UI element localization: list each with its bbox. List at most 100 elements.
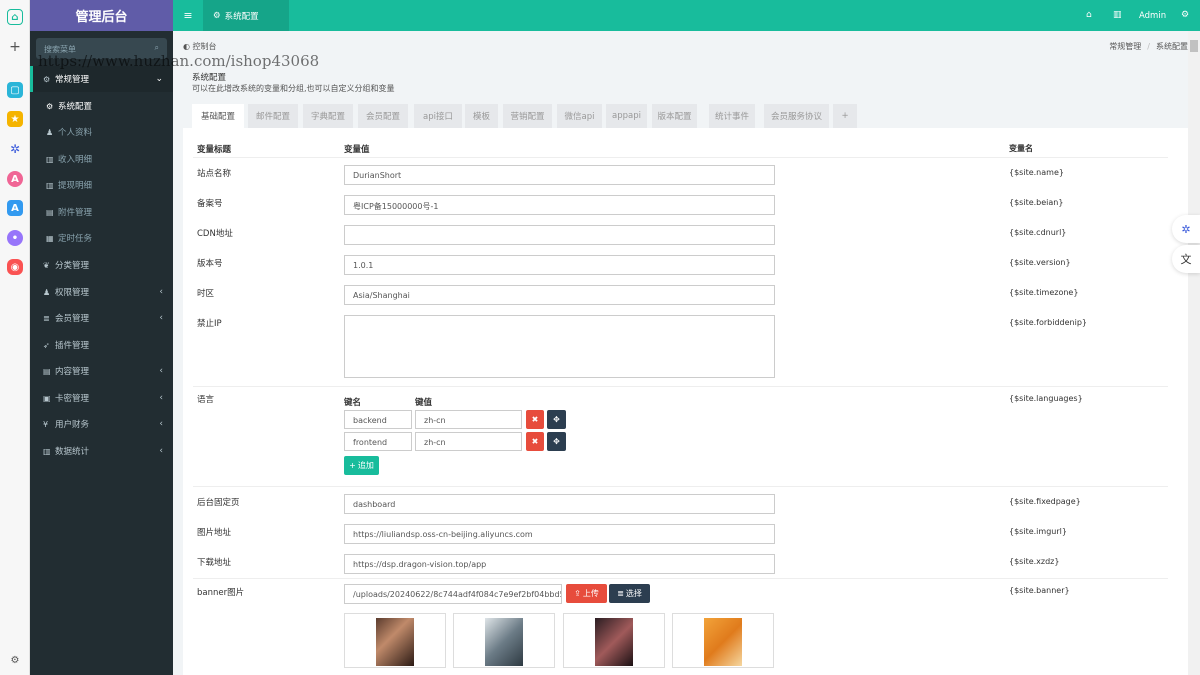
- tab-item[interactable]: 统计事件: [709, 104, 755, 128]
- star-app-icon[interactable]: ★: [7, 111, 23, 127]
- banner-thumbnail[interactable]: [672, 613, 774, 668]
- lang-value-input[interactable]: zh-cn: [415, 410, 522, 429]
- home-icon[interactable]: ⌂: [7, 9, 23, 25]
- upload-button[interactable]: ⇪ 上传: [566, 584, 607, 603]
- field-input[interactable]: https://dsp.dragon-vision.top/app: [344, 554, 775, 574]
- sidebar-item[interactable]: ♟ 权限管理 ‹: [30, 279, 173, 305]
- banner-path-input[interactable]: /uploads/20240622/8c744adf4f084c7e9ef2bf…: [344, 584, 562, 604]
- trash-icon[interactable]: ▥: [1113, 10, 1122, 20]
- watermark-text: https://www.huzhan.com/ishop43068: [38, 52, 320, 70]
- field-input[interactable]: DurianShort: [344, 165, 775, 185]
- sidebar-item[interactable]: ▤ 内容管理 ‹: [30, 358, 173, 384]
- field-textarea[interactable]: [344, 315, 775, 378]
- ai-square-icon[interactable]: A: [7, 200, 23, 216]
- scrollbar-thumb[interactable]: [1190, 40, 1198, 52]
- sidebar-item-label: 用户财务: [55, 420, 90, 430]
- network-app-icon[interactable]: ✲: [7, 141, 23, 157]
- field-input[interactable]: dashboard: [344, 494, 775, 514]
- sidebar-item[interactable]: ▥ 提现明细: [30, 172, 173, 198]
- breadcrumb-home[interactable]: ◐ 控制台: [183, 41, 217, 52]
- sidebar-item-label: 权限管理: [55, 288, 90, 298]
- game-app-icon[interactable]: ◉: [7, 259, 23, 275]
- field-input[interactable]: Asia/Shanghai: [344, 285, 775, 305]
- cogs-icon: ⚙: [43, 74, 51, 84]
- sidebar-item[interactable]: ¥ 用户财务 ‹: [30, 411, 173, 437]
- plus-icon[interactable]: +: [7, 39, 23, 55]
- main-content: ◐ 控制台 常规管理 / 系统配置 系统配置 可以在此增改系统的变量和分组,也可以自…: [173, 31, 1188, 675]
- sidebar-item[interactable]: ▥ 收入明细: [30, 146, 173, 172]
- banner-thumbnail[interactable]: [344, 613, 446, 668]
- breadcrumb-item: 系统配置: [1156, 42, 1188, 51]
- app-icon-1[interactable]: ▢: [7, 82, 23, 98]
- chat-app-icon[interactable]: •: [7, 230, 23, 246]
- home-icon[interactable]: ⌂: [1086, 10, 1092, 20]
- breadcrumb-separator: /: [1147, 42, 1150, 51]
- choose-button[interactable]: ≣ 选择: [609, 584, 650, 603]
- key-header: 键名: [344, 398, 362, 408]
- tab-item[interactable]: 微信api: [557, 104, 602, 128]
- sidebar-item[interactable]: ▣ 卡密管理 ‹: [30, 385, 173, 411]
- network-float-icon[interactable]: ✲: [1172, 215, 1200, 243]
- tab-item[interactable]: 会员配置: [358, 104, 408, 128]
- field-label: CDN地址: [197, 229, 233, 239]
- sidebar-item[interactable]: ▥ 数据统计 ‹: [30, 438, 173, 464]
- lang-value-input[interactable]: zh-cn: [415, 432, 522, 451]
- banner-thumbnail[interactable]: [453, 613, 555, 668]
- cogs-icon[interactable]: ⚙: [1181, 10, 1189, 20]
- settings-icon[interactable]: ⚙: [7, 652, 23, 668]
- lang-key-input[interactable]: frontend: [344, 432, 412, 451]
- menu-toggle-icon[interactable]: ≡: [173, 0, 203, 31]
- tab-item[interactable]: api接口: [414, 104, 462, 128]
- breadcrumb-item[interactable]: 常规管理: [1109, 42, 1141, 51]
- add-tab-button[interactable]: +: [833, 104, 857, 128]
- lang-key-input[interactable]: backend: [344, 410, 412, 429]
- sidebar-item[interactable]: ≣ 会员管理 ‹: [30, 305, 173, 331]
- variable-name: {$site.name}: [1009, 168, 1064, 177]
- translate-float-icon[interactable]: 文: [1172, 245, 1200, 273]
- tab-item[interactable]: 邮件配置: [248, 104, 298, 128]
- field-input[interactable]: https://liuliandsp.oss-cn-beijing.aliyun…: [344, 524, 775, 544]
- banner-thumbnail[interactable]: [563, 613, 665, 668]
- user-name[interactable]: Admin: [1139, 11, 1166, 21]
- tab-item[interactable]: 版本配置: [652, 104, 697, 128]
- scrollbar[interactable]: [1188, 31, 1200, 675]
- panel-title: 系统配置: [192, 73, 227, 83]
- tab-item[interactable]: appapi: [606, 104, 647, 128]
- add-language-button[interactable]: + 追加: [344, 456, 379, 475]
- sidebar-item-label: 系统配置: [58, 102, 93, 112]
- remove-row-button[interactable]: ✖: [526, 432, 544, 451]
- variable-name: {$site.xzdz}: [1009, 557, 1060, 566]
- sidebar-item[interactable]: ♟ 个人资料: [30, 119, 173, 145]
- variable-name: {$site.cdnurl}: [1009, 228, 1067, 237]
- app: ⌂ + ▢ ★ ✲ A A • ◉ ⚙ 管理后台 ≡ ⚙ 系统配置 ⌂ ▥ Adm…: [0, 0, 1200, 675]
- move-row-button[interactable]: ✥: [547, 432, 566, 451]
- tab-item[interactable]: 字典配置: [303, 104, 353, 128]
- field-label: 站点名称: [197, 169, 232, 179]
- tab-item[interactable]: 营销配置: [503, 104, 552, 128]
- sidebar: 搜索菜单 ⌕ ⚙ 常规管理 ⌄ ⚙ 系统配置 ♟ 个人资料 ▥ 收入明细 ▥ 提现明细 ▤ 附件管理 ▦ 定时…: [30, 31, 173, 675]
- leaf-icon: ❦: [43, 260, 50, 270]
- tab-item[interactable]: 会员服务协议: [764, 104, 829, 128]
- nav-tab-active[interactable]: ⚙ 系统配置: [203, 0, 289, 31]
- ai-app-icon[interactable]: A: [7, 171, 23, 187]
- banner-image: [704, 618, 742, 666]
- chevron-icon: ‹: [159, 419, 163, 429]
- sidebar-item-label: 会员管理: [55, 314, 90, 324]
- move-row-button[interactable]: ✥: [547, 410, 566, 429]
- user-icon: ♟: [46, 127, 54, 137]
- column-header-value: 变量值: [344, 145, 370, 155]
- sidebar-item[interactable]: ⚙ 系统配置: [30, 93, 173, 119]
- brand-logo[interactable]: 管理后台: [30, 0, 173, 31]
- sidebar-item[interactable]: ➶ 插件管理: [30, 332, 173, 358]
- field-input[interactable]: [344, 225, 775, 245]
- sidebar-item-label: 收入明细: [58, 155, 93, 165]
- variable-name: {$site.timezone}: [1009, 288, 1079, 297]
- remove-row-button[interactable]: ✖: [526, 410, 544, 429]
- sidebar-item[interactable]: ❦ 分类管理: [30, 252, 173, 278]
- field-input[interactable]: 粤ICP备15000000号-1: [344, 195, 775, 215]
- sidebar-item[interactable]: ▦ 定时任务: [30, 225, 173, 251]
- tab-item[interactable]: 模板: [465, 104, 498, 128]
- field-input[interactable]: 1.0.1: [344, 255, 775, 275]
- tab-item[interactable]: 基础配置: [192, 104, 244, 128]
- sidebar-item[interactable]: ▤ 附件管理: [30, 199, 173, 225]
